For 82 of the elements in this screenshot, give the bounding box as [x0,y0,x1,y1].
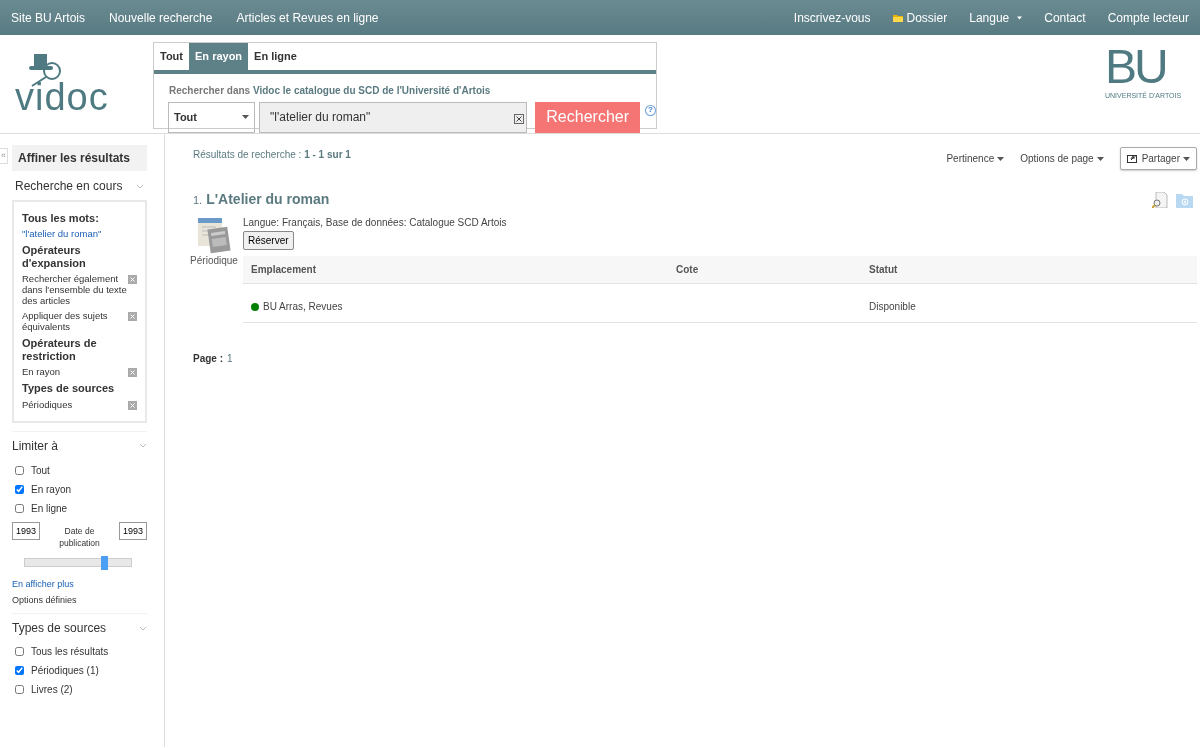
chevron-icon [139,625,147,631]
university-logo-text: BU [1105,47,1167,88]
logo-text: vidoc [15,78,109,116]
caret-icon [1183,157,1190,162]
remove-icon [128,275,137,285]
share-button[interactable]: Partager [1119,147,1197,170]
periodical-icon [197,215,231,255]
section-heading: Types de sources [12,620,107,637]
result-number: 1. [193,193,203,208]
caret-icon [242,115,250,119]
nav-link[interactable]: Articles et Revues en ligne [236,8,379,27]
search-field[interactable]: "l'atelier du roman" [259,101,528,133]
date-label: Date de publication [58,524,101,550]
collapse-button[interactable]: « [0,148,8,164]
reserve-button[interactable]: Réserver [243,231,294,250]
section-heading: Limiter à [12,437,58,455]
field-select[interactable]: Tout [168,101,256,133]
clear-icon [514,113,525,124]
checkbox[interactable] [15,503,24,513]
share-icon [1126,153,1138,163]
page-options-dropdown[interactable]: Options de page [1020,151,1104,166]
language-dropdown[interactable]: Langue [969,8,1023,27]
checkbox-label: En rayon [31,482,72,497]
group-heading: Types de sources [22,382,116,396]
date-from-field[interactable]: 1993 [12,521,40,540]
result-metadata: Langue: Français, Base de données: Catalogue SCD Artois [243,216,508,230]
nav-link[interactable]: Dossier [892,8,948,27]
group-heading: Opérateurs de restriction [22,337,98,364]
sort-dropdown[interactable]: Pertinence [946,151,1005,166]
results-summary: Résultats de recherche : 1 - 1 sur 1 [193,148,351,162]
checkbox-label: En ligne [31,501,68,516]
section-heading: Recherche en cours [15,178,123,195]
caret-icon [1096,157,1104,162]
filter-label: Appliquer des sujets équivalents [22,311,109,334]
caret-icon [1017,15,1023,20]
caret-icon [997,157,1005,162]
filter-label: Rechercher également dans l'ensemble du texte des articles [22,274,128,308]
search-prompt: Rechercher dans Vidoc le catalogue du SCD de l'Université d'Artois [169,83,492,98]
remove-icon [128,400,137,410]
preview-icon [1152,191,1168,208]
folder-icon [892,13,903,22]
date-slider[interactable] [24,558,132,567]
nav-link[interactable]: Compte lecteur [1107,8,1189,27]
nav-link[interactable]: Nouvelle recherche [109,8,213,27]
defined-options-link[interactable]: Options définies [12,593,147,607]
nav-link[interactable]: Inscrivez-vous [793,8,871,27]
column-header: Emplacement [243,256,668,284]
show-more-link[interactable]: En afficher plus [12,578,147,592]
page-label: Page : [193,352,223,364]
group-heading: Opérateurs d'expansion [22,244,87,271]
search-button[interactable]: Rechercher [535,101,641,133]
add-to-folder-icon [1176,191,1193,208]
column-header: Cote [668,256,861,284]
checkbox[interactable] [15,484,24,494]
checkbox-label: Tous les résultats [31,645,109,659]
checkbox[interactable] [15,465,24,475]
checkbox-label: Périodiques (1) [31,664,99,678]
sidebar-title: Affiner les résultats [12,145,147,171]
nav-link[interactable]: Site BU Artois [11,8,86,27]
slider-handle[interactable] [100,556,108,570]
remove-icon [128,312,137,322]
chevron-icon [136,183,144,189]
column-header: Statut [861,256,1197,284]
checkbox-label: Livres (2) [31,683,73,697]
search-tab[interactable]: En rayon [189,43,249,70]
date-to-field[interactable]: 1993 [119,521,147,540]
search-term-link[interactable]: "l'atelier du roman" [22,229,102,241]
checkbox-label: Tout [31,463,50,478]
checkbox[interactable] [15,685,24,694]
result-title-link[interactable]: L'Atelier du roman [206,189,330,210]
document-type-label: Périodique [190,254,238,268]
nav-link[interactable]: Contact [1044,8,1086,27]
table-cell-text: BU Arras, Revues [263,300,343,314]
filter-label: Périodiques [22,399,73,411]
checkbox[interactable] [15,666,24,675]
page-number[interactable]: 1 [227,352,233,364]
table-cell: Disponible [869,301,916,313]
chevron-icon [139,443,147,448]
filter-label: En rayon [22,367,61,379]
remove-icon [128,368,137,378]
group-heading: Tous les mots: [22,212,100,226]
checkbox[interactable] [15,647,24,656]
